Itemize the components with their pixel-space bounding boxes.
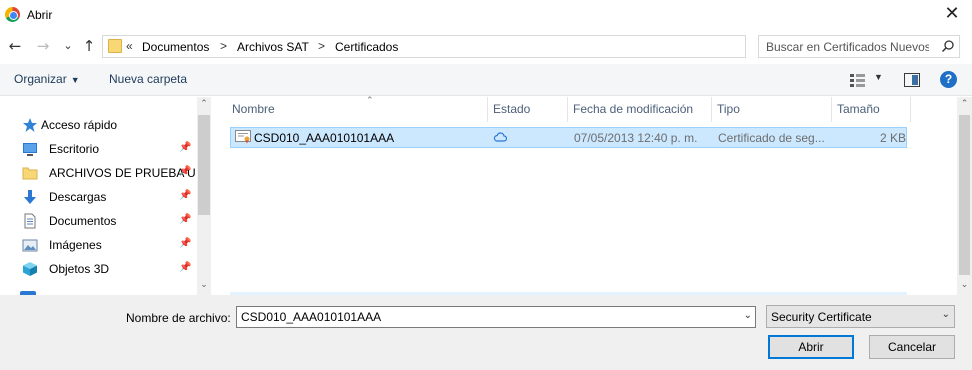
organize-button[interactable]: Organizar ▼: [14, 72, 80, 86]
file-size: 2 KB: [880, 131, 907, 145]
filename-combobox[interactable]: ⌄: [236, 306, 756, 328]
view-options-dropdown[interactable]: ▼: [874, 72, 883, 82]
scroll-up-button[interactable]: ⌃: [197, 99, 211, 113]
pin-icon[interactable]: 📌: [179, 166, 191, 177]
dialog-footer: Nombre de archivo: ⌄ Security Certificat…: [0, 295, 972, 370]
column-label: Nombre: [232, 102, 275, 116]
file-type: Certificado de seg...: [718, 131, 825, 145]
pin-icon[interactable]: 📌: [179, 142, 191, 153]
download-icon: [24, 190, 36, 204]
chevron-down-icon: ⌄: [941, 309, 950, 320]
column-header-size[interactable]: Tamaño: [832, 97, 911, 122]
column-header-type[interactable]: Tipo: [712, 97, 832, 122]
file-name: CSD010_AAA010101AAA: [254, 131, 395, 145]
folder-icon: [108, 39, 122, 53]
navigation-bar: ← → ⌄ ↑ « Documentos > Archivos SAT > Ce…: [0, 34, 972, 60]
file-row[interactable]: CSD010_AAA010101AAA 07/05/2013 12:40 p. …: [230, 127, 907, 148]
search-icon[interactable]: [941, 39, 955, 53]
scroll-down-button[interactable]: ⌄: [957, 280, 972, 294]
objects-3d-icon: [23, 262, 37, 276]
pin-icon[interactable]: 📌: [179, 238, 191, 249]
close-button[interactable]: ✕: [940, 4, 964, 26]
window-title: Abrir: [27, 8, 53, 22]
cloud-icon: [493, 132, 507, 142]
cancel-button[interactable]: Cancelar: [869, 335, 955, 359]
documents-icon: [24, 213, 36, 229]
nav-item-descargas[interactable]: Descargas 📌: [22, 187, 197, 207]
search-box[interactable]: [758, 35, 960, 58]
filename-input[interactable]: [237, 307, 727, 327]
star-icon: [23, 118, 37, 132]
scrollbar-thumb[interactable]: [198, 115, 210, 215]
filename-label: Nombre de archivo:: [126, 311, 231, 325]
open-button[interactable]: Abrir: [768, 335, 854, 359]
search-input[interactable]: [759, 37, 929, 57]
nav-item-label: Imágenes: [49, 238, 102, 252]
chevron-down-icon[interactable]: ⌄: [744, 310, 752, 321]
nav-item-documentos[interactable]: Documentos 📌: [22, 211, 197, 231]
address-bar[interactable]: « Documentos > Archivos SAT > Certificad…: [102, 35, 844, 58]
forward-button[interactable]: →: [34, 36, 52, 56]
nav-pane-scrollbar[interactable]: ⌃ ⌄: [197, 97, 211, 295]
nav-item-label: Acceso rápido: [41, 118, 118, 132]
new-folder-button[interactable]: Nueva carpeta: [109, 72, 187, 86]
pictures-icon: [22, 239, 38, 252]
preview-pane-icon[interactable]: [904, 73, 920, 87]
nav-item-escritorio[interactable]: Escritorio 📌: [22, 139, 197, 159]
pin-icon[interactable]: 📌: [179, 190, 191, 201]
file-list-scrollbar[interactable]: ⌃ ⌄: [957, 97, 972, 295]
filetype-select[interactable]: Security Certificate ⌄: [766, 305, 955, 328]
command-bar: Organizar ▼ Nueva carpeta ▼ ?: [0, 64, 972, 96]
breadcrumb-separator[interactable]: >: [318, 39, 325, 53]
desktop-icon: [23, 143, 37, 156]
up-button[interactable]: ↑: [80, 36, 98, 56]
help-icon[interactable]: ?: [940, 71, 957, 88]
nav-item-objetos-3d[interactable]: Objetos 3D 📌: [22, 259, 197, 279]
nav-item-archivos-de-prueba[interactable]: ARCHIVOS DE PRUEBA U 📌: [22, 163, 197, 183]
nav-item-label: Escritorio: [49, 142, 100, 156]
scroll-down-button[interactable]: ⌄: [197, 280, 211, 294]
nav-item-label: Objetos 3D: [49, 262, 110, 276]
breadcrumb-separator[interactable]: >: [220, 39, 227, 53]
file-modified: 07/05/2013 12:40 p. m.: [574, 131, 698, 145]
chrome-icon: [5, 7, 20, 22]
column-header-modified[interactable]: Fecha de modificación: [568, 97, 712, 122]
breadcrumb-overflow[interactable]: «: [126, 39, 133, 53]
navigation-pane: Acceso rápido Escritorio 📌 ARCHIVOS DE P…: [0, 97, 211, 295]
caret-down-icon: ▼: [70, 75, 80, 85]
certificate-icon: [235, 130, 251, 144]
filetype-value: Security Certificate: [771, 310, 872, 324]
nav-item-label: Descargas: [49, 190, 107, 204]
scrollbar-thumb[interactable]: [959, 115, 970, 275]
recent-locations-button[interactable]: ⌄: [59, 36, 77, 56]
pin-icon[interactable]: 📌: [179, 214, 191, 225]
nav-item-label: Documentos: [49, 214, 117, 228]
nav-item-label: ARCHIVOS DE PRUEBA U: [49, 166, 196, 180]
view-options-icon[interactable]: [849, 73, 867, 87]
title-bar: Abrir ✕: [0, 0, 972, 30]
nav-item-imagenes[interactable]: Imágenes 📌: [22, 235, 197, 255]
organize-label: Organizar: [14, 72, 67, 86]
nav-item-quick-access[interactable]: Acceso rápido: [22, 115, 197, 135]
back-button[interactable]: ←: [6, 36, 24, 56]
column-header-name[interactable]: Nombre ⌃: [227, 96, 488, 122]
breadcrumb-documentos[interactable]: Documentos: [142, 40, 209, 54]
breadcrumb-archivos-sat[interactable]: Archivos SAT: [237, 40, 309, 54]
file-list: Nombre ⌃ Estado Fecha de modificación Ti…: [215, 96, 957, 295]
pin-icon[interactable]: 📌: [179, 262, 191, 273]
column-header-status[interactable]: Estado: [488, 97, 568, 122]
breadcrumb-certificados[interactable]: Certificados: [335, 40, 398, 54]
sort-ascending-icon: ⌃: [366, 96, 374, 106]
folder-icon: [22, 167, 38, 180]
scroll-up-button[interactable]: ⌃: [957, 99, 972, 113]
